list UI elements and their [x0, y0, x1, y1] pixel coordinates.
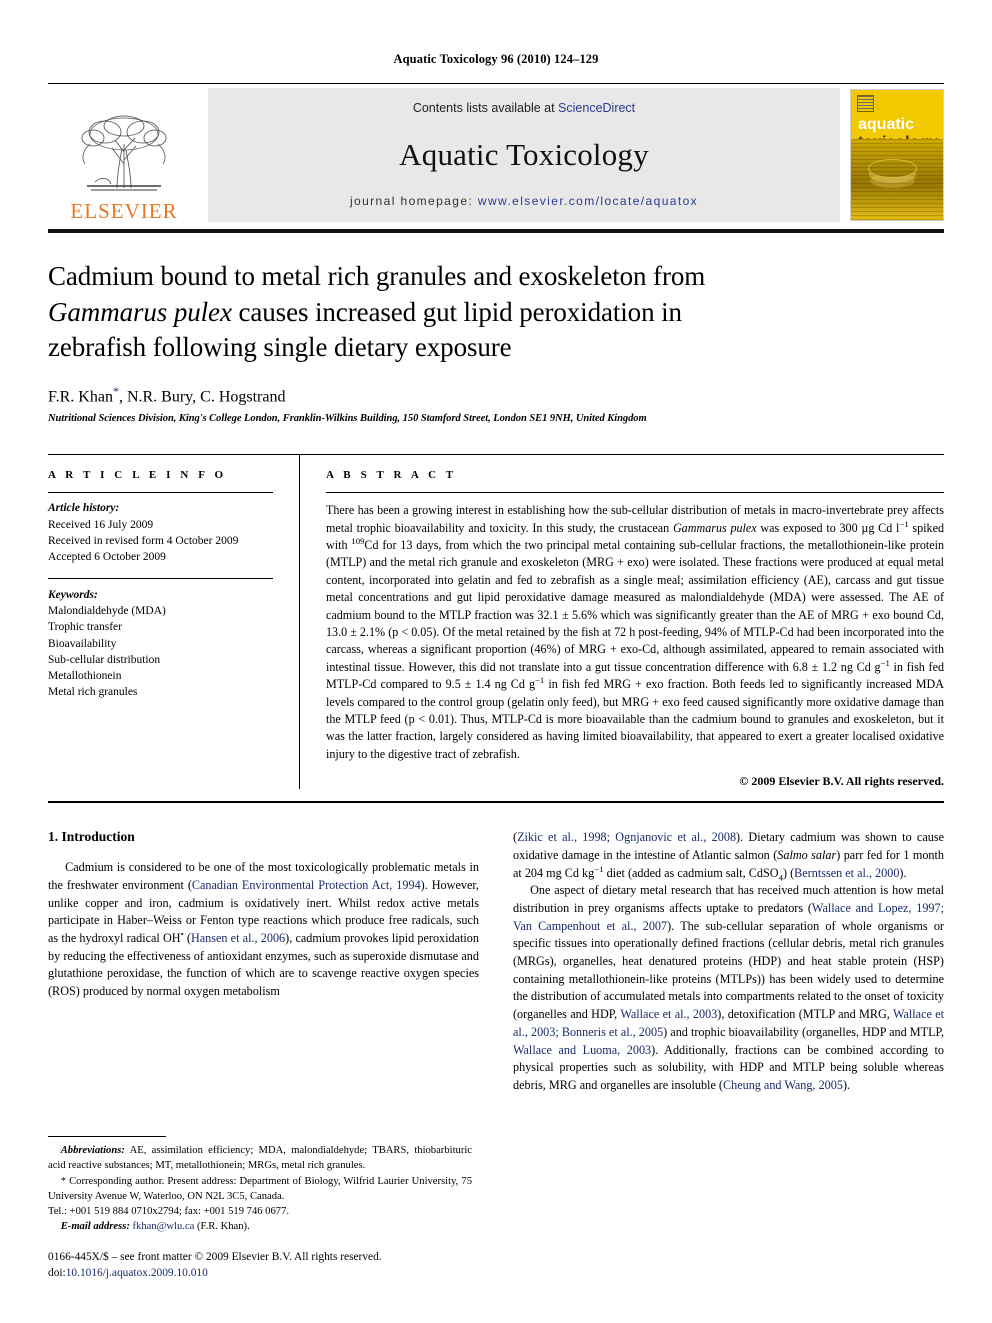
title-line-2-rest: causes increased gut lipid peroxidation …	[231, 296, 682, 327]
author-list: F.R. Khan*, N.R. Bury, C. Hogstrand	[48, 384, 944, 406]
running-head: Aquatic Toxicology 96 (2010) 124–129	[393, 52, 599, 66]
intro-paragraph-right-1: (Zikic et al., 1998; Ognjanovic et al., …	[513, 829, 944, 882]
author-affiliation: Nutritional Sciences Division, King's Co…	[48, 413, 647, 425]
article-history-block: Article history: Received 16 July 2009 R…	[48, 493, 273, 577]
intro-right2-text-d: ) and trophic bioavailability (organelle…	[663, 1024, 944, 1039]
footnote-area: Abbreviations: AE, assimilation efficien…	[48, 1136, 472, 1281]
intro-right2-text-b: ). The sub-cellular separation of whole …	[513, 918, 944, 1022]
citation-link[interactable]: Wallace et al., 2003	[620, 1007, 717, 1021]
history-item-received: Received 16 July 2009	[48, 518, 154, 531]
cover-water-ripple-image	[851, 139, 943, 220]
keyword-item: Bioavailability	[48, 637, 117, 650]
body-columns: 1. Introduction Cadmium is considered to…	[48, 829, 944, 1094]
history-item-revised: Received in revised form 4 October 2009	[48, 534, 239, 547]
citation-link[interactable]: Berntssen et al., 2000	[794, 866, 899, 880]
abstract-heading: A B S T R A C T	[326, 469, 457, 482]
intro-right-text-e: ) (	[782, 865, 795, 880]
citation-link[interactable]: Hansen et al., 2006	[191, 931, 285, 945]
footnote-separator-rule	[48, 1136, 166, 1138]
keyword-item: Sub-cellular distribution	[48, 653, 161, 666]
journal-homepage-link[interactable]: www.elsevier.com/locate/aquatox	[478, 194, 698, 208]
email-footnote: E-mail address: fkhan@wlu.ca (F.R. Khan)…	[48, 1219, 472, 1234]
article-info-heading: A R T I C L E I N F O	[48, 469, 227, 482]
intro-paragraph-left: Cadmium is considered to be one of the m…	[48, 859, 479, 1001]
abstract-text: There has been a growing interest in est…	[326, 493, 944, 763]
journal-homepage-line: journal homepage: www.elsevier.com/locat…	[350, 194, 698, 208]
intro-paragraph-right-2: One aspect of dietary metal research tha…	[513, 882, 944, 1094]
intro-right2-text-c: ), detoxification (MTLP and MRG,	[717, 1007, 893, 1022]
doi-line: doi:10.1016/j.aquatox.2009.10.010	[48, 1265, 472, 1281]
journal-masthead: ELSEVIER Contents lists available at Sci…	[48, 83, 944, 226]
abstract-sup-3: −1	[880, 657, 890, 668]
title-line-1: Cadmium bound to metal rich granules and…	[48, 261, 706, 291]
contact-phone-footnote: Tel.: +001 519 884 0710x2794; fax: +001 …	[48, 1205, 290, 1217]
keywords-label: Keywords:	[48, 588, 98, 601]
intro-right2-text-f: ).	[842, 1077, 851, 1092]
citation-link[interactable]: Canadian Environmental Protection Act, 1…	[192, 878, 421, 892]
masthead-center-panel: Contents lists available at ScienceDirec…	[208, 88, 840, 222]
intro-right-text-d: diet (added as cadmium salt, CdSO	[603, 865, 779, 880]
issn-front-matter-line: 0166-445X/$ – see front matter © 2009 El…	[48, 1250, 382, 1263]
elsevier-tree-icon	[81, 115, 167, 191]
contents-list-line: Contents lists available at ScienceDirec…	[413, 101, 635, 115]
cover-title-word-aquatic: aquatic	[858, 116, 915, 133]
cover-publisher-mini-logo	[857, 95, 874, 112]
author-names-primary: F.R. Khan	[48, 388, 113, 406]
email-link[interactable]: fkhan@wlu.ca	[133, 1221, 195, 1232]
elsevier-wordmark: ELSEVIER	[70, 199, 178, 223]
article-title: Cadmium bound to metal rich granules and…	[48, 259, 944, 366]
introduction-heading: 1. Introduction	[48, 829, 135, 845]
doi-link[interactable]: 10.1016/j.aquatox.2009.10.010	[66, 1267, 208, 1279]
abstract-sup-4: −1	[535, 675, 545, 686]
citation-link[interactable]: Zikic et al., 1998; Ognjanovic et al., 2…	[517, 830, 736, 844]
abstract-species-name: Gammarus pulex	[672, 520, 757, 535]
journal-title: Aquatic Toxicology	[399, 136, 649, 172]
title-line-3: zebrafish following single dietary expos…	[48, 332, 512, 363]
contents-prefix: Contents lists available at	[412, 101, 559, 115]
author-names-rest: , N.R. Bury, C. Hogstrand	[118, 388, 286, 406]
body-column-right: (Zikic et al., 1998; Ognjanovic et al., …	[513, 829, 944, 1094]
abstract-part-4: Cd for 13 days, from which the two princ…	[326, 538, 944, 674]
corresponding-author-text: Corresponding author. Present address: D…	[48, 1175, 472, 1202]
article-page: Aquatic Toxicology 96 (2010) 124–129 ELS…	[0, 0, 992, 1323]
citation-link[interactable]: Cheung and Wang, 2005	[723, 1078, 843, 1092]
elsevier-logo: ELSEVIER	[48, 84, 200, 226]
abstract-column: A B S T R A C T There has been a growing…	[300, 455, 944, 789]
abbreviations-footnote: Abbreviations: AE, assimilation efficien…	[48, 1143, 472, 1173]
keyword-item: Metallothionein	[48, 670, 122, 683]
corresponding-author-footnote: * Corresponding author. Present address:…	[48, 1174, 472, 1204]
abstract-isotope-sup: 109	[351, 535, 365, 546]
abbreviations-label: Abbreviations:	[60, 1145, 125, 1157]
salmon-species-name: Salmo salar	[777, 847, 837, 862]
title-block: Cadmium bound to metal rich granules and…	[48, 233, 944, 424]
article-history-label: Article history:	[48, 502, 120, 515]
email-owner: (F.R. Khan).	[194, 1220, 250, 1232]
keywords-block: Keywords: Malondialdehyde (MDA) Trophic …	[48, 579, 273, 701]
abstract-bottom-rule	[48, 801, 944, 804]
abstract-copyright: © 2009 Elsevier B.V. All rights reserved…	[739, 774, 944, 789]
abstract-part-2: was exposed to 300 µg Cd l	[756, 520, 900, 535]
keyword-item: Metal rich granules	[48, 686, 138, 699]
citation-link[interactable]: Wallace and Luoma, 2003	[513, 1043, 651, 1057]
email-address-label: E-mail address:	[60, 1220, 130, 1232]
history-item-accepted: Accepted 6 October 2009	[48, 551, 166, 564]
title-species-name: Gammarus pulex	[48, 296, 232, 327]
sciencedirect-link[interactable]: ScienceDirect	[558, 101, 635, 115]
imprint-block: 0166-445X/$ – see front matter © 2009 El…	[48, 1249, 472, 1281]
keyword-item: Malondialdehyde (MDA)	[48, 604, 166, 617]
intro-right-sup-1: −1	[594, 863, 604, 874]
intro-right-text-f: ).	[899, 865, 907, 880]
abstract-sup-1: −1	[899, 518, 909, 529]
keyword-item: Trophic transfer	[48, 621, 122, 634]
info-abstract-region: A R T I C L E I N F O Article history: R…	[48, 454, 944, 790]
homepage-prefix: journal homepage:	[349, 194, 478, 208]
intro-left-text-c: (	[183, 931, 191, 946]
journal-cover-thumbnail: aquatic toxicology	[850, 89, 944, 221]
body-column-left: 1. Introduction Cadmium is considered to…	[48, 829, 479, 1094]
article-info-column: A R T I C L E I N F O Article history: R…	[48, 455, 300, 790]
doi-label: doi:	[48, 1266, 66, 1279]
